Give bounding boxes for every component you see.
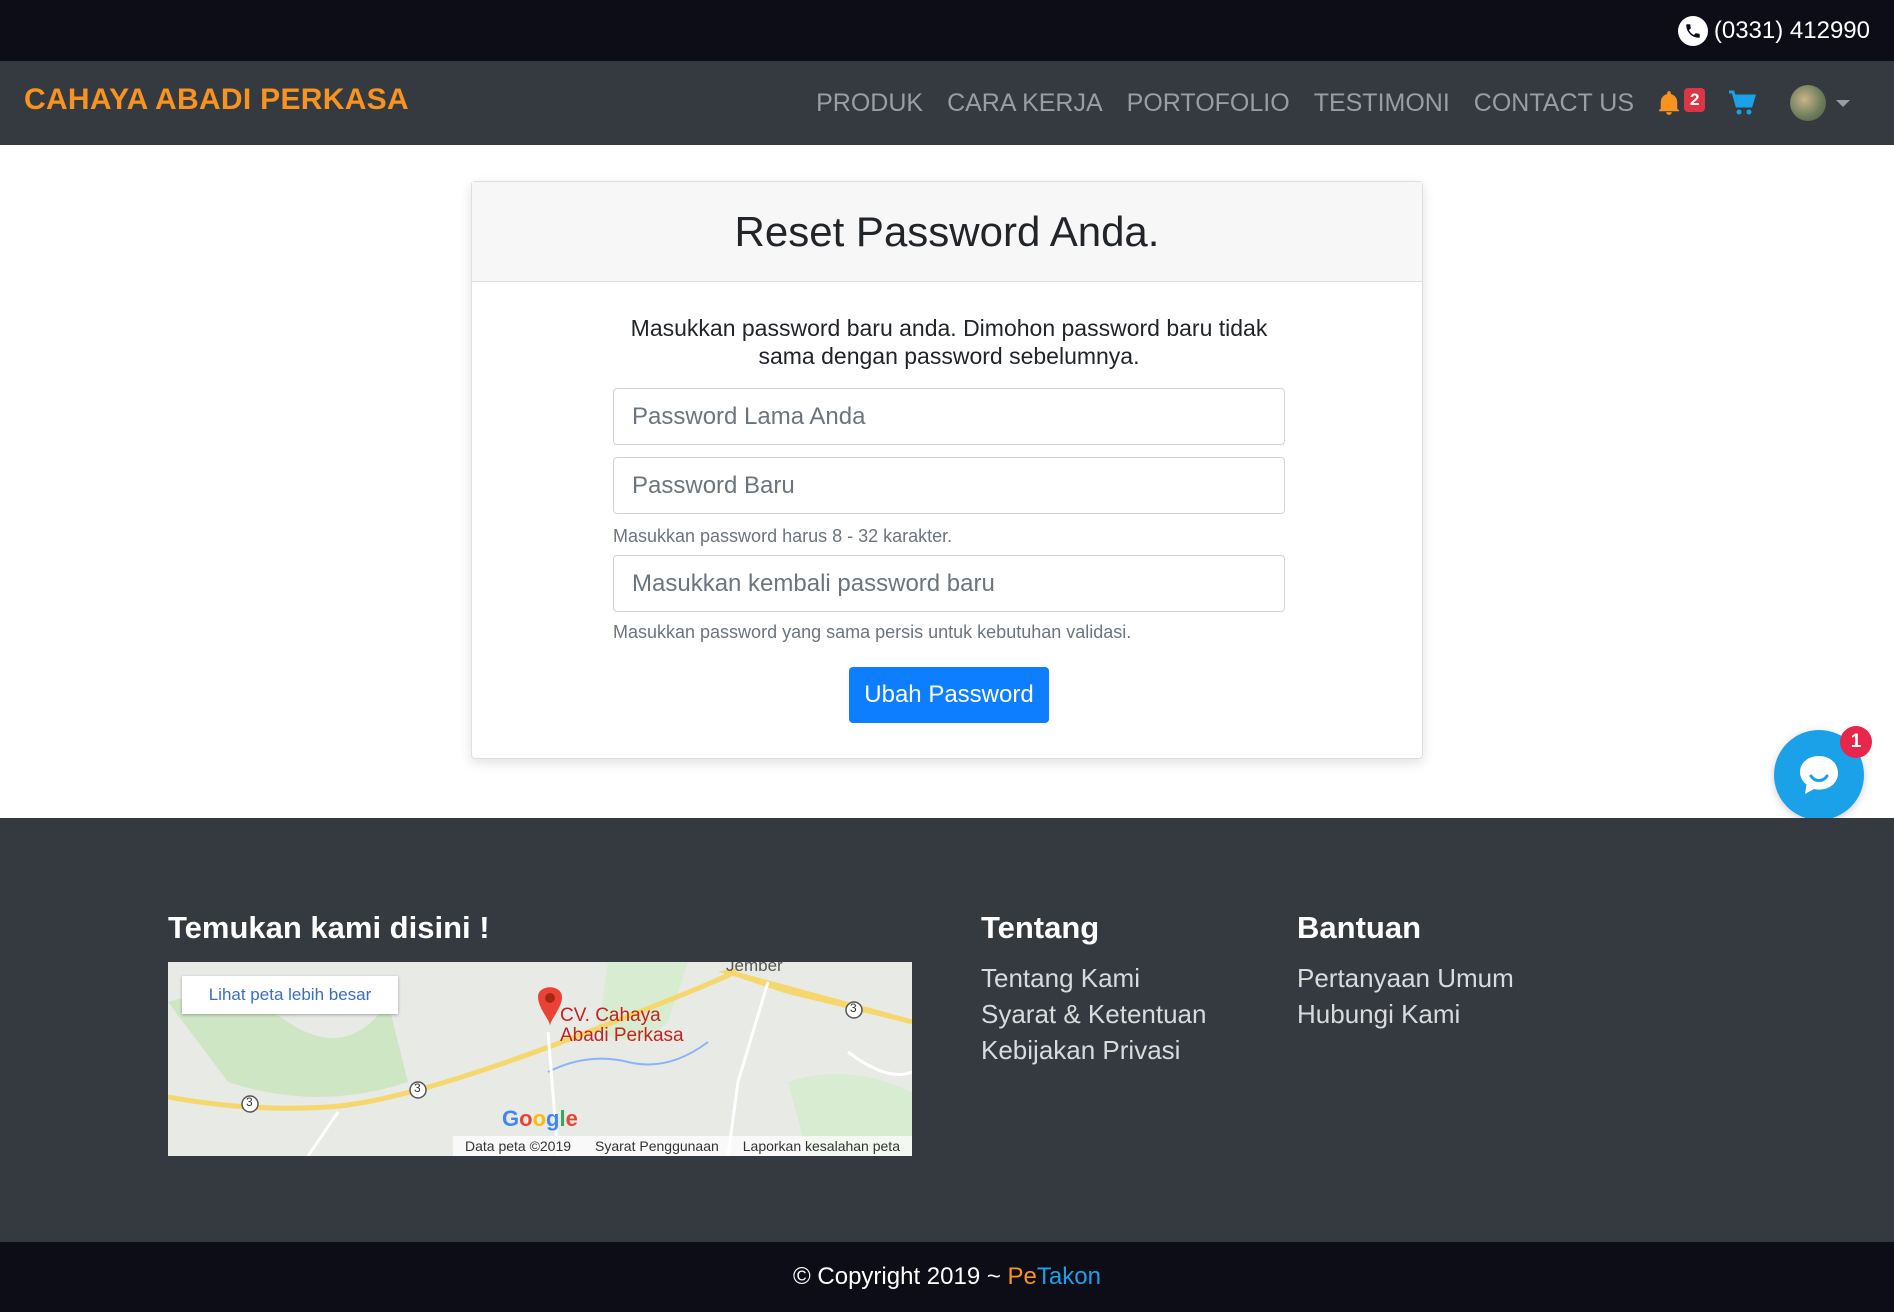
phone-icon [1677, 16, 1708, 46]
map-city-label: Jember [726, 962, 783, 975]
footer-help-list: Pertanyaan Umum Hubungi Kami [1297, 960, 1514, 1032]
map-terms-link[interactable]: Syarat Penggunaan [595, 1138, 719, 1154]
footer-about-list: Tentang Kami Syarat & Ketentuan Kebijaka… [981, 960, 1206, 1068]
top-bar: (0331) 412990 [0, 0, 1894, 61]
copyright-bar: © Copyright 2019 ~ Pe Takon [0, 1242, 1894, 1312]
new-password-input[interactable] [613, 457, 1285, 514]
old-password-input[interactable] [613, 388, 1285, 445]
map-attribution-bar: Data peta ©2019 Syarat Penggunaan Lapork… [453, 1136, 912, 1156]
footer-location-title: Temukan kami disini ! [168, 910, 490, 945]
notification-badge: 2 [1684, 88, 1706, 112]
card-body: Masukkan password baru anda. Dimohon pas… [613, 282, 1285, 723]
chat-bubble-icon [1800, 756, 1838, 794]
confirm-password-input[interactable] [613, 555, 1285, 612]
map-data-credit: Data peta ©2019 [464, 1138, 572, 1154]
footer-link-tentang-kami[interactable]: Tentang Kami [981, 960, 1206, 996]
change-password-button[interactable]: Ubah Password [849, 667, 1049, 723]
map-report-link[interactable]: Laporkan kesalahan peta [743, 1138, 900, 1154]
brand-logo[interactable]: CAHAYA ABADI PERKASA [24, 83, 409, 117]
google-map[interactable]: 3 3 3 Jember Lihat peta lebih besar CV. … [168, 962, 912, 1156]
reset-password-card: Reset Password Anda. Masukkan password b… [471, 181, 1423, 759]
notification-button[interactable]: 2 [1658, 88, 1706, 116]
chevron-down-icon[interactable] [1836, 99, 1850, 107]
map-place-label: CV. Cahaya Abadi Perkasa [560, 1005, 684, 1046]
card-title: Reset Password Anda. [472, 182, 1422, 282]
footer-link-hubungi-kami[interactable]: Hubungi Kami [1297, 996, 1514, 1032]
new-password-hint: Masukkan password harus 8 - 32 karakter. [613, 526, 953, 546]
cart-button[interactable] [1728, 90, 1756, 116]
footer-about-title: Tentang [981, 910, 1100, 945]
brand-takon[interactable]: Takon [1037, 1263, 1101, 1291]
google-logo: Google [502, 1106, 578, 1131]
confirm-password-hint: Masukkan password yang sama persis untuk… [613, 622, 1132, 642]
nav-portofolio[interactable]: PORTOFOLIO [1127, 89, 1290, 118]
chat-badge: 1 [1840, 726, 1872, 758]
nav-cara-kerja[interactable]: CARA KERJA [947, 89, 1103, 118]
footer-link-syarat-ketentuan[interactable]: Syarat & Ketentuan [981, 996, 1206, 1032]
footer: Temukan kami disini ! 3 3 3 Jember Lihat… [0, 818, 1894, 1242]
chat-button[interactable]: 1 [1774, 726, 1872, 820]
bell-icon [1658, 91, 1680, 115]
phone-number: (0331) 412990 [1713, 17, 1870, 44]
footer-link-pertanyaan-umum[interactable]: Pertanyaan Umum [1297, 960, 1514, 996]
footer-link-kebijakan-privasi[interactable]: Kebijakan Privasi [981, 1032, 1206, 1068]
copyright-text: © Copyright 2019 ~ [793, 1263, 1008, 1290]
road-number-1: 3 [246, 1095, 253, 1109]
road-number-3: 3 [850, 1001, 857, 1015]
nav-produk[interactable]: PRODUK [816, 89, 923, 118]
road-number-2: 3 [414, 1081, 421, 1095]
phone-contact[interactable]: (0331) 412990 [1677, 16, 1870, 46]
brand-pe[interactable]: Pe [1008, 1263, 1037, 1291]
nav-contact-us[interactable]: CONTACT US [1474, 89, 1634, 118]
nav-links: PRODUK CARA KERJA PORTOFOLIO TESTIMONI C… [816, 61, 1894, 145]
footer-help-title: Bantuan [1297, 910, 1421, 945]
nav-testimoni[interactable]: TESTIMONI [1314, 89, 1450, 118]
navbar: CAHAYA ABADI PERKASA PRODUK CARA KERJA P… [0, 61, 1894, 145]
user-avatar[interactable] [1790, 85, 1826, 121]
card-description: Masukkan password baru anda. Dimohon pas… [630, 315, 1268, 369]
view-larger-map-link[interactable]: Lihat peta lebih besar [182, 976, 398, 1014]
cart-icon [1729, 90, 1756, 115]
